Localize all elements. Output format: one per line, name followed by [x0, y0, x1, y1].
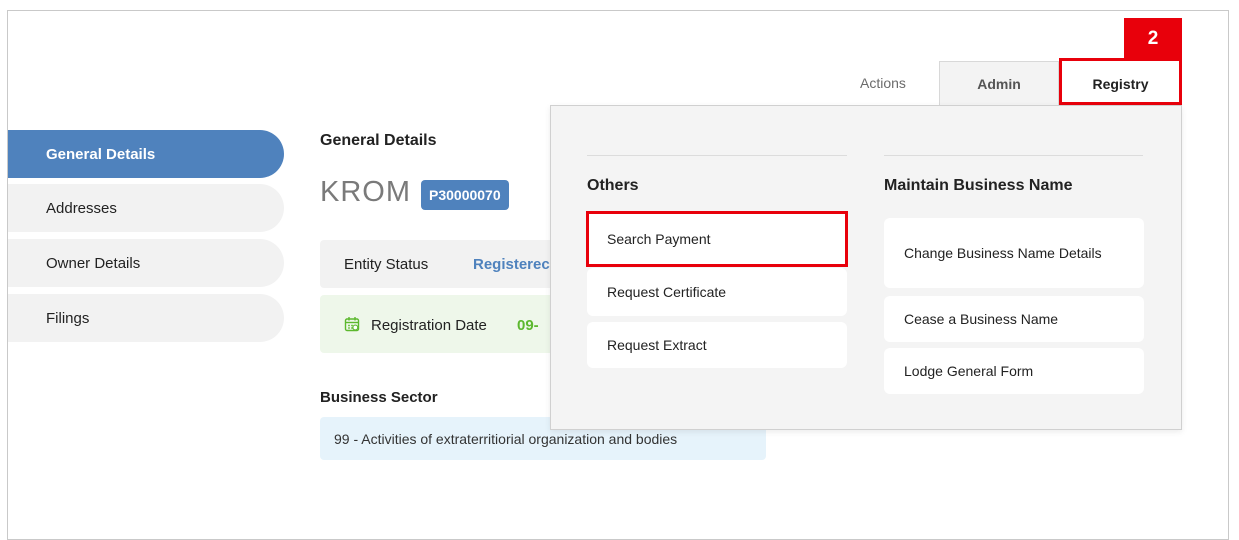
search-payment-highlight-box	[586, 211, 848, 267]
registration-date-value: 09-	[517, 317, 539, 334]
maintain-heading: Maintain Business Name	[884, 177, 1073, 194]
section-title: General Details	[320, 132, 437, 149]
entity-status-label: Entity Status	[344, 256, 429, 273]
sidebar-item-owner-details[interactable]: Owner Details	[8, 239, 284, 287]
sidebar-item-addresses[interactable]: Addresses	[8, 184, 284, 232]
menu-item-request-certificate[interactable]: Request Certificate	[587, 268, 847, 316]
others-heading: Others	[587, 177, 639, 194]
registration-date-label: Registration Date	[371, 317, 487, 334]
menu-item-request-extract[interactable]: Request Extract	[587, 322, 847, 368]
tab-admin[interactable]: Admin	[939, 61, 1059, 105]
entity-status-value: Registerec	[473, 256, 550, 273]
menu-item-cease-business-name[interactable]: Cease a Business Name	[884, 296, 1144, 342]
menu-item-change-business-name[interactable]: Change Business Name Details	[884, 218, 1144, 288]
entity-number-badge: P30000070	[421, 180, 509, 210]
entity-name: KROM	[320, 176, 411, 208]
maintain-divider	[884, 155, 1143, 156]
calendar-icon	[344, 317, 360, 332]
registry-highlight-box	[1059, 58, 1182, 105]
business-sector-title: Business Sector	[320, 389, 438, 406]
tab-actions[interactable]: Actions	[860, 75, 906, 91]
step-number-badge: 2	[1124, 18, 1182, 59]
sidebar-item-general-details[interactable]: General Details	[8, 130, 284, 178]
menu-item-lodge-general-form[interactable]: Lodge General Form	[884, 348, 1144, 394]
others-divider	[587, 155, 847, 156]
sidebar-item-filings[interactable]: Filings	[8, 294, 284, 342]
